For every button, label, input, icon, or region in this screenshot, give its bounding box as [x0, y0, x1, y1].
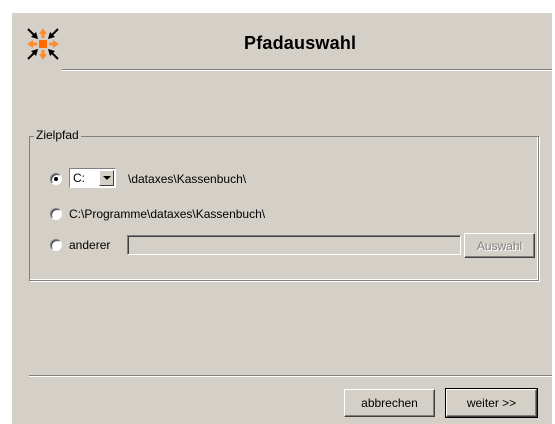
other-path-field[interactable]	[127, 235, 461, 255]
header-separator	[62, 69, 552, 71]
drive-select-value: C:	[73, 171, 85, 185]
radio-drive-path[interactable]	[50, 173, 62, 185]
dialog-header: Pfadauswahl	[12, 13, 552, 77]
other-path-label[interactable]: anderer	[69, 238, 110, 252]
setup-dialog: Pfadauswahl Zielpfad C: \dataxes\Kassenb…	[11, 12, 552, 424]
radio-selected-dot	[54, 177, 58, 181]
radio-default-path[interactable]	[50, 208, 62, 220]
default-path-label[interactable]: C:\Programme\dataxes\Kassenbuch\	[69, 207, 265, 221]
chevron-down-icon	[103, 176, 111, 180]
dialog-title: Pfadauswahl	[244, 33, 357, 53]
next-button[interactable]: weiter >>	[445, 388, 538, 418]
footer-separator	[29, 375, 552, 377]
drive-select[interactable]: C:	[69, 168, 116, 188]
target-path-legend: Zielpfad	[34, 128, 81, 142]
drive-select-dropdown-button[interactable]	[99, 170, 114, 186]
dataxes-arrows-logo-icon	[26, 27, 60, 61]
cancel-button[interactable]: abbrechen	[344, 389, 435, 417]
path-select-button[interactable]: Auswahl	[464, 233, 535, 258]
drive-path-suffix: \dataxes\Kassenbuch\	[128, 172, 247, 186]
radio-other-path[interactable]	[50, 239, 62, 251]
